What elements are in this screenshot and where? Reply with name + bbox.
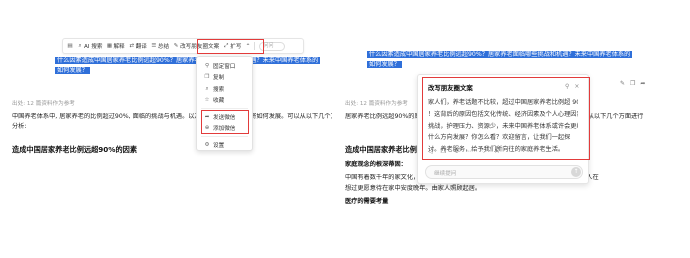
selected-question-text: 什么因素造成中国居家养老比例远超90%？居家养老面临哪些挑战和机遇？未来中国养老… (55, 57, 321, 75)
toolbar-ai-search-label: AI 搜索 (84, 44, 103, 50)
toolbar-summary-label: 总结 (157, 44, 170, 50)
ai-icon: ⌕ (78, 43, 82, 49)
menu-item-settings[interactable]: ⚙ 设置 (197, 139, 252, 151)
subsection-heading-2: 医疗的需要考量 (345, 198, 389, 205)
highlight-line-1: 什么因素造成中国居家养老比例远超90%？居家养老面临哪些挑战和机遇？未来中国养老… (55, 57, 321, 64)
more-actions-menu: ⚲ 固定窗口 ❐ 复制 ⌕ 搜索 ☆ 收藏 ➦ 发送微信 ⊕ 添加微信 ⚙ 设置 (196, 56, 253, 151)
subsection-heading: 家庭观念的根深蒂固： (345, 161, 407, 168)
menu-divider (201, 136, 248, 137)
highlight-line-2: 如何发展？ (367, 60, 402, 68)
share-icon[interactable]: ➦ (640, 80, 645, 87)
section-heading: 造成中国居家养老比例远超90%的因素 (12, 145, 138, 154)
rewrite-icon: ✎ (173, 43, 179, 49)
answer-body: 中国养老体系中, 居家养老的比例超过90%, 面临的挑战与机遇。以及未来中国养老… (12, 113, 332, 131)
send-icon[interactable]: ↑ (571, 167, 581, 177)
menu-item-label: 固定窗口 (213, 63, 236, 70)
highlight-line-1: 什么因素造成中国居家养老比例远超90%？居家养老面临哪些挑战和机遇？未来中国养老… (367, 51, 633, 58)
translate-icon: ⇄ (129, 43, 134, 49)
highlight-box-menu (201, 110, 249, 134)
menu-item-copy[interactable]: ❐ 复制 (197, 72, 252, 84)
menu-item-label: 设置 (213, 142, 225, 149)
menu-item-label: 搜索 (213, 86, 225, 93)
paste-icon: ▤ (67, 43, 73, 49)
search-icon: ⌕ (205, 85, 209, 92)
star-icon: ☆ (204, 97, 210, 104)
gear-icon: ⚙ (204, 141, 210, 148)
left-screenshot-panel: ▤ ⌕ AI 搜索 ▦ 解释 ⇄ 翻译 ☰ 总结 ✎ 改写朋友圈文案 ⤢ 扩写 ⌃ 问问 什… (0, 0, 340, 258)
toolbar-explain[interactable]: ▦ 解释 (106, 42, 125, 50)
highlight-box-popup (422, 77, 590, 160)
follow-up-placeholder: 继续提问 (434, 171, 457, 177)
toolbar-translate[interactable]: ⇄ 翻译 (129, 42, 147, 50)
edit-icon[interactable]: ✎ (620, 80, 625, 87)
menu-item-label: 复制 (213, 75, 225, 82)
answer-line-1: 中国养老体系中, 居家养老的比例超过90%, 面临的挑战与机遇。以及未来中国养老… (12, 113, 332, 120)
toolbar-summary[interactable]: ☰ 总结 (151, 42, 169, 50)
answer-actions: ✎ ❐ ➦ (620, 80, 645, 87)
source-meta[interactable]: 出处: 12 篇资料作为参考 (12, 101, 75, 108)
answer-line-2: 分析: (12, 122, 27, 130)
copy-icon: ❐ (204, 74, 210, 81)
menu-divider (201, 108, 248, 109)
right-screenshot-panel: 什么因素造成中国居家养老比例远超90%？居家养老面临哪些挑战和机遇？未来中国养老… (345, 0, 690, 258)
selected-question-text: 什么因素造成中国居家养老比例远超90%？居家养老面临哪些挑战和机遇？未来中国养老… (367, 51, 633, 69)
menu-item-pin[interactable]: ⚲ 固定窗口 (197, 60, 252, 72)
explain-icon: ▦ (106, 43, 113, 49)
follow-up-input[interactable]: 继续提问 ↑ (425, 165, 583, 179)
menu-item-favorite[interactable]: ☆ 收藏 (197, 95, 252, 107)
highlight-line-2: 如何发展？ (55, 66, 90, 74)
summary-icon: ☰ (151, 43, 157, 49)
menu-item-label: 收藏 (213, 98, 225, 105)
toolbar-paste[interactable]: ▤ (67, 43, 73, 49)
toolbar-explain-label: 解释 (113, 44, 125, 50)
selection-toolbar: ▤ ⌕ AI 搜索 ▦ 解释 ⇄ 翻译 ☰ 总结 ✎ 改写朋友圈文案 ⤢ 扩写 ⌃ 问问 (62, 38, 304, 54)
toolbar-translate-label: 翻译 (135, 44, 147, 50)
copy-icon[interactable]: ❐ (630, 80, 635, 87)
menu-item-search[interactable]: ⌕ 搜索 (197, 83, 252, 95)
toolbar-ai-search[interactable]: ⌕ AI 搜索 (77, 42, 102, 50)
highlight-box-toolbar (197, 39, 264, 54)
source-meta[interactable]: 出处: 12 篇资料作为参考 (345, 101, 408, 108)
pin-icon: ⚲ (204, 62, 210, 69)
subsection-line-2: 想过更愿意待在家中安度晚年。由家人照顾起居。 (345, 184, 482, 192)
